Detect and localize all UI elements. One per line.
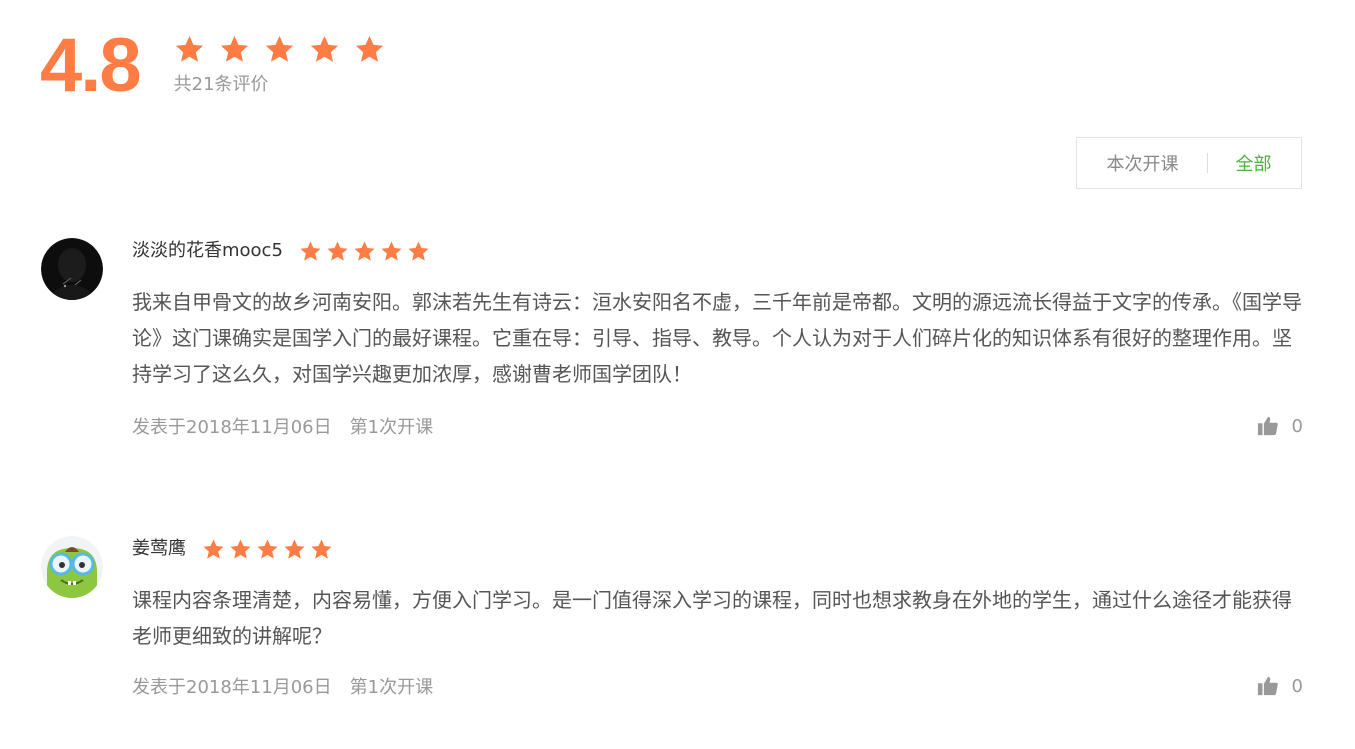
review-count: 共21条评价 — [173, 74, 269, 95]
like-button[interactable]: 0 — [1257, 415, 1303, 437]
avatar[interactable] — [41, 238, 103, 300]
review-star-rating — [202, 538, 333, 561]
review-term: 第1次开课 — [349, 417, 434, 438]
review-text: 我来自甲骨文的故乡河南安阳。郭沫若先生有诗云：洹水安阳名不虚，三千年前是帝都。文… — [132, 290, 1302, 386]
star-icon — [203, 538, 224, 559]
thumbs-up-icon — [1257, 676, 1278, 696]
filter-current-term-button[interactable]: 本次开课 — [1103, 150, 1183, 176]
review-date: 发表于2018年11月06日 — [132, 677, 332, 698]
review-header: 淡淡的花香mooc5 — [132, 238, 430, 264]
star-icon — [230, 538, 251, 559]
star-icon — [408, 240, 429, 261]
star-icon — [300, 240, 321, 261]
review-text: 课程内容条理清楚，内容易懂，方便入门学习。是一门值得深入学习的课程，同时也想求教… — [132, 588, 1292, 648]
star-icon — [355, 35, 383, 62]
star-icon — [257, 538, 278, 559]
review-date: 发表于2018年11月06日 — [132, 417, 332, 438]
star-icon — [284, 538, 305, 559]
review-term: 第1次开课 — [349, 677, 434, 698]
star-icon — [175, 35, 203, 62]
review-footer: 发表于2018年11月06日 第1次开课 0 — [132, 413, 1303, 439]
username[interactable]: 淡淡的花香mooc5 — [132, 238, 283, 264]
star-icon — [265, 35, 293, 62]
rating-summary: 4.8 共21条评价 — [40, 26, 385, 106]
thumbs-up-icon — [1257, 416, 1278, 436]
review-footer: 发表于2018年11月06日 第1次开课 0 — [132, 673, 1303, 699]
average-score: 4.8 — [40, 23, 142, 108]
review-filter-toggle: 本次开课 全部 — [1076, 137, 1302, 189]
green-monster-avatar-icon — [41, 536, 103, 598]
summary-details: 共21条评价 — [174, 26, 385, 97]
review-star-rating — [299, 240, 430, 263]
star-icon — [220, 35, 248, 62]
filter-all-button[interactable]: 全部 — [1232, 150, 1276, 176]
like-count: 0 — [1291, 675, 1303, 697]
dark-silhouette-avatar-icon — [41, 238, 103, 300]
star-icon — [381, 240, 402, 261]
username[interactable]: 姜莺鹰 — [132, 536, 186, 562]
like-button[interactable]: 0 — [1257, 675, 1303, 697]
avatar[interactable] — [41, 536, 103, 598]
review-header: 姜莺鹰 — [132, 536, 333, 562]
star-icon — [311, 538, 332, 559]
filter-divider — [1206, 153, 1208, 173]
like-count: 0 — [1291, 415, 1303, 437]
star-icon — [327, 240, 348, 261]
average-star-rating — [174, 32, 385, 66]
star-icon — [310, 35, 338, 62]
star-icon — [354, 240, 375, 261]
